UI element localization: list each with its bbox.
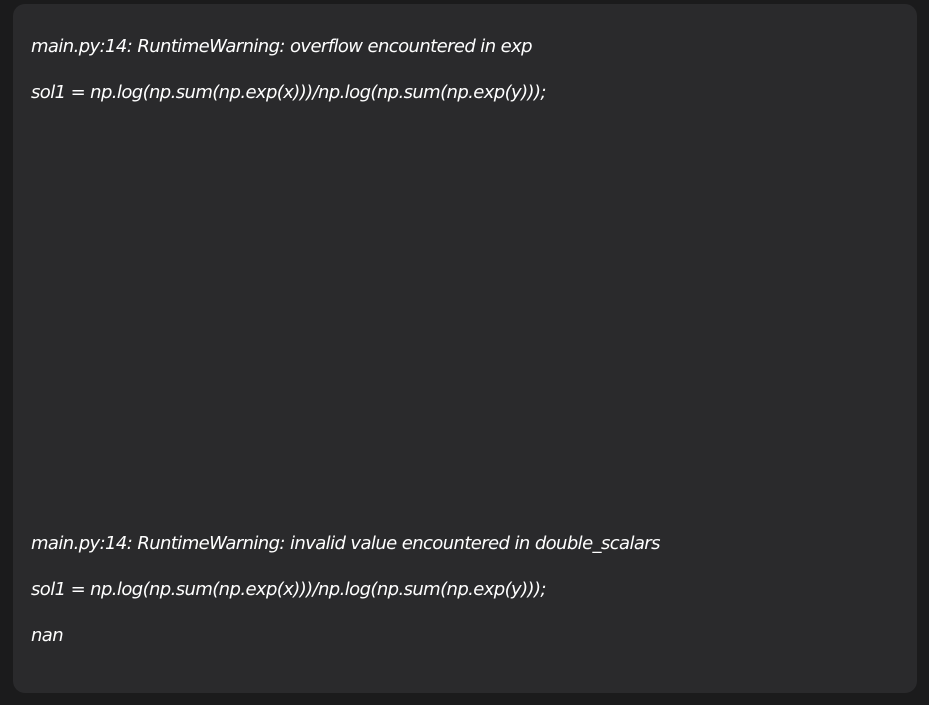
result-output-line: nan [31,625,64,646]
source-code-line: sol1 = np.log(np.sum(np.exp(x)))/np.log(… [31,579,546,600]
console-output-panel: main.py:14: RuntimeWarning: overflow enc… [13,4,917,693]
source-code-line: sol1 = np.log(np.sum(np.exp(x)))/np.log(… [31,82,546,103]
warning-line: main.py:14: RuntimeWarning: invalid valu… [31,533,660,554]
warning-line: main.py:14: RuntimeWarning: overflow enc… [31,36,533,57]
